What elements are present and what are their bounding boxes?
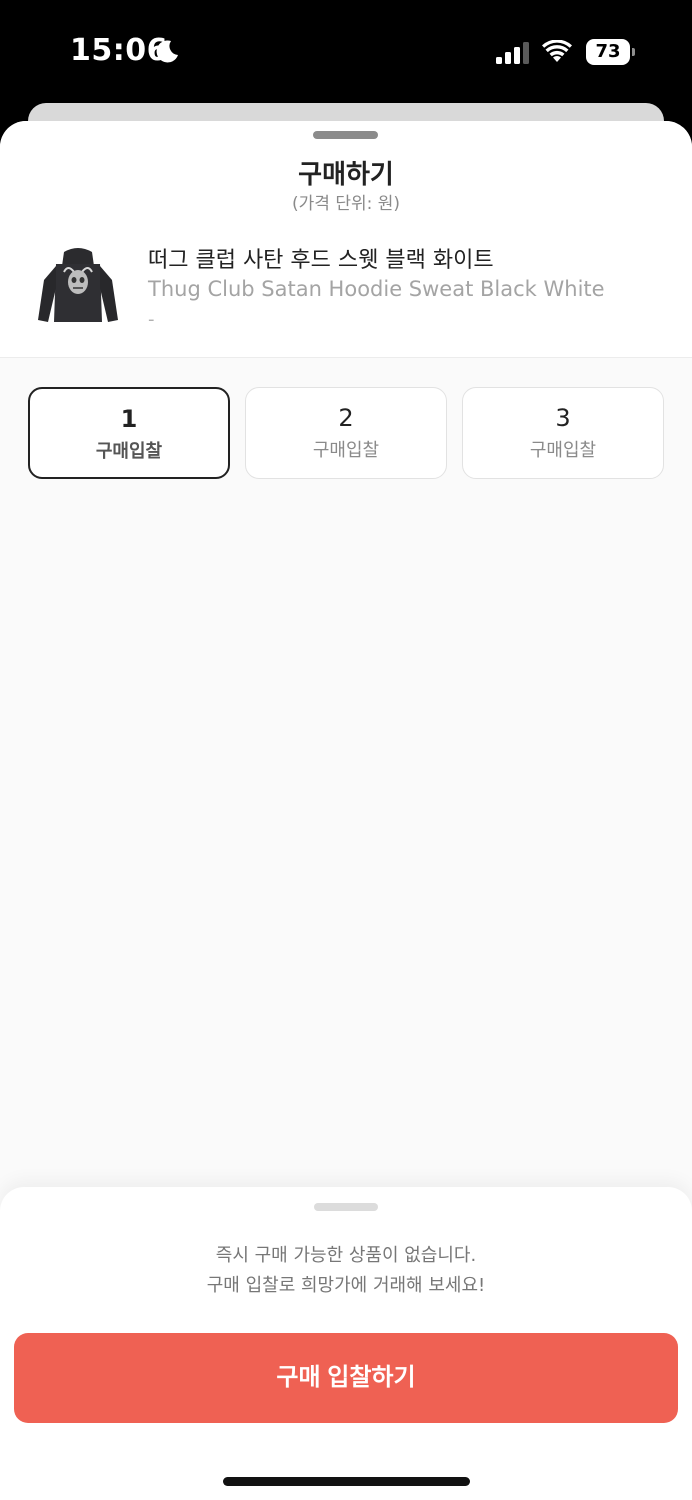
wifi-icon — [542, 40, 572, 62]
sheet-grabber[interactable] — [313, 131, 378, 139]
no-instant-purchase-notice: 즉시 구매 가능한 상품이 없습니다. 구매 입찰로 희망가에 거래해 보세요! — [0, 1241, 692, 1301]
battery-level: 73 — [586, 39, 630, 65]
size-price-label: 구매입찰 — [95, 441, 163, 462]
size-options: 1 구매입찰 2 구매입찰 3 구매입찰 — [28, 387, 664, 479]
size-option-2[interactable]: 2 구매입찰 — [245, 387, 447, 479]
screen: 15:06 73 구매하기 (가격 단위: 원) 떠그 클럽 사탄 후드 스웻 … — [0, 0, 692, 1500]
size-price-label: 구매입찰 — [529, 440, 597, 461]
status-bar: 15:06 73 — [0, 0, 692, 104]
sheet-title: 구매하기 — [298, 160, 394, 190]
home-indicator — [223, 1477, 470, 1486]
notice-line-2: 구매 입찰로 희망가에 거래해 보세요! — [206, 1275, 486, 1296]
size-value: 2 — [338, 404, 354, 432]
product-option: - — [148, 309, 155, 330]
size-option-1[interactable]: 1 구매입찰 — [28, 387, 230, 479]
notice-line-1: 즉시 구매 가능한 상품이 없습니다. — [215, 1245, 477, 1266]
sheet-header: 구매하기 (가격 단위: 원) 떠그 클럽 사탄 후드 스웻 블랙 화이트 Th — [0, 121, 692, 358]
bottom-panel: 즉시 구매 가능한 상품이 없습니다. 구매 입찰로 희망가에 거래해 보세요!… — [0, 1187, 692, 1500]
product-name-english: Thug Club Satan Hoodie Sweat Black White — [148, 277, 605, 301]
product-name-korean: 떠그 클럽 사탄 후드 스웻 블랙 화이트 — [148, 248, 494, 273]
purchase-bid-button[interactable]: 구매 입찰하기 — [14, 1333, 678, 1423]
battery-icon: 73 — [586, 39, 636, 65]
price-unit-label: (가격 단위: 원) — [292, 194, 400, 214]
panel-grabber[interactable] — [314, 1203, 378, 1211]
size-value: 1 — [120, 405, 138, 433]
moon-icon — [156, 40, 178, 63]
size-price-label: 구매입찰 — [312, 440, 380, 461]
hoodie-product-image — [38, 248, 118, 322]
size-value: 3 — [555, 404, 571, 432]
signal-icon — [496, 42, 529, 64]
battery-cap — [632, 48, 635, 56]
size-option-3[interactable]: 3 구매입찰 — [462, 387, 664, 479]
